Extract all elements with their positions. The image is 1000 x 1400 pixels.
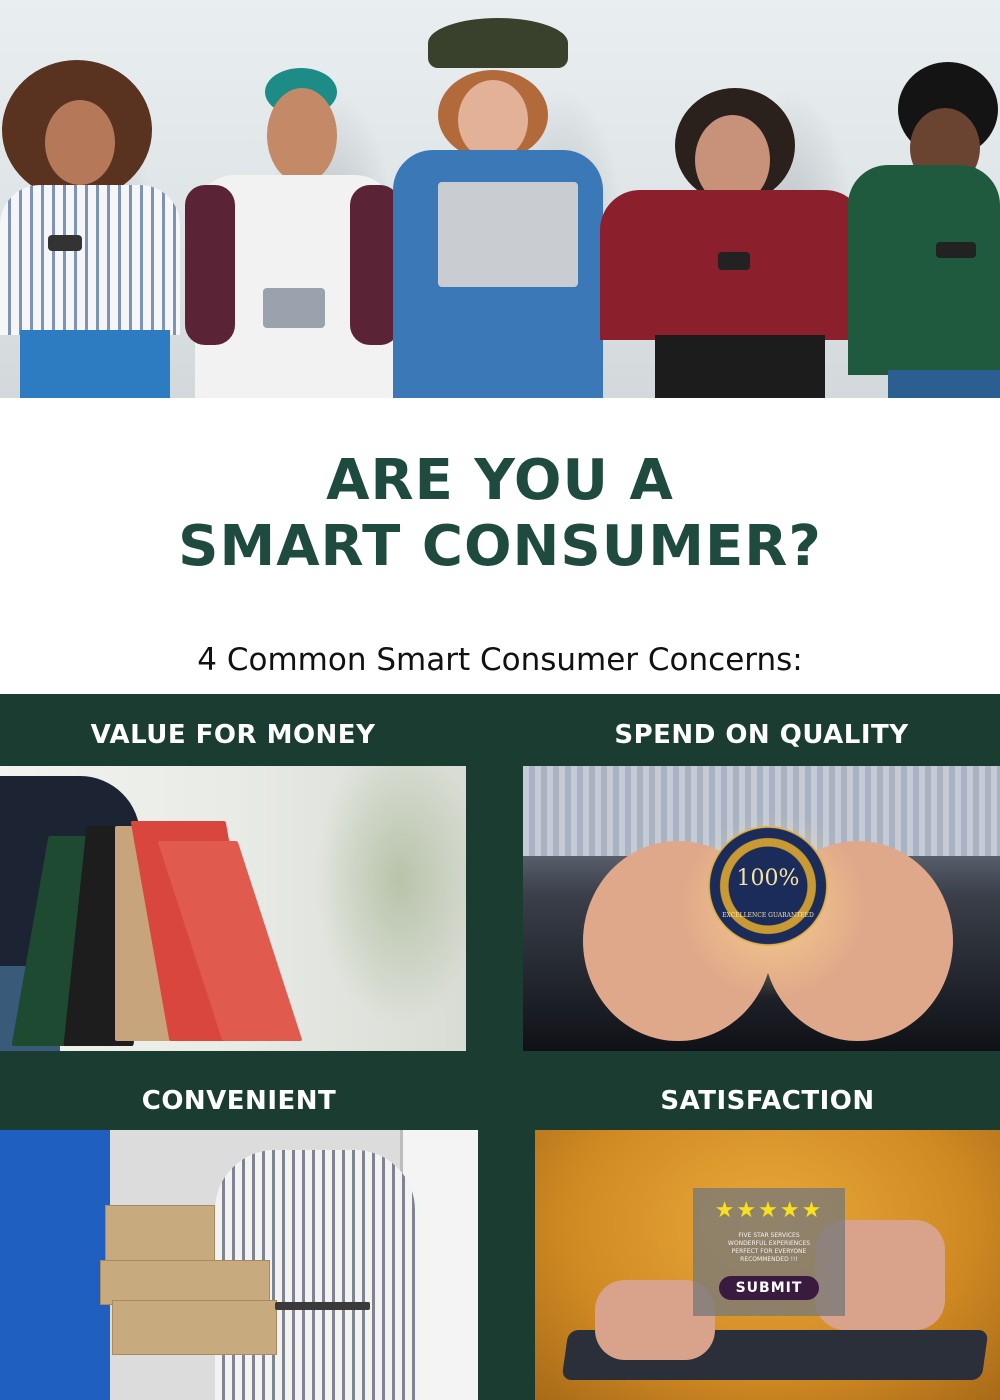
- subtitle: 4 Common Smart Consumer Concerns:: [197, 642, 803, 678]
- concern-label-value-for-money: VALUE FOR MONEY: [90, 720, 376, 750]
- title-line-1: ARE YOU A: [326, 448, 674, 513]
- page-title: ARE YOU A SMART CONSUMER?: [0, 448, 1000, 580]
- concern-label-convenient: CONVENIENT: [141, 1086, 337, 1116]
- shopping-bags-image: [0, 766, 466, 1051]
- person-phone-1: [0, 0, 180, 398]
- rating-tablet-image: ★★★★★ FIVE STAR SERVICES WONDERFUL EXPER…: [535, 1130, 1000, 1400]
- hero-photo: [0, 0, 1000, 398]
- person-laptop: [393, 0, 603, 398]
- person-phone-3: [848, 0, 1000, 398]
- rating-line-1: FIVE STAR SERVICES: [738, 1232, 800, 1239]
- rating-line-4: RECOMMENDED !!!: [740, 1256, 798, 1263]
- five-stars-icon: ★★★★★: [714, 1198, 824, 1223]
- concern-label-satisfaction: SATISFACTION: [660, 1086, 875, 1116]
- submit-button[interactable]: SUBMIT: [719, 1276, 819, 1300]
- rating-text: FIVE STAR SERVICES WONDERFUL EXPERIENCES…: [693, 1232, 845, 1264]
- rating-line-2: WONDERFUL EXPERIENCES: [727, 1240, 811, 1247]
- title-line-2: SMART CONSUMER?: [178, 514, 822, 579]
- rating-line-3: PERFECT FOR EVERYONE: [731, 1248, 807, 1255]
- person-phone-2: [600, 0, 865, 398]
- package-delivery-image: [0, 1130, 478, 1400]
- rating-card: ★★★★★ FIVE STAR SERVICES WONDERFUL EXPER…: [693, 1188, 845, 1316]
- hands-badge-image: 100% EXCELLENCE GUARANTEED: [523, 766, 1000, 1051]
- badge-value: 100%: [736, 866, 800, 891]
- badge-caption: EXCELLENCE GUARANTEED: [722, 912, 814, 919]
- concern-label-spend-on-quality: SPEND ON QUALITY: [614, 720, 909, 750]
- person-tablet: [185, 0, 400, 398]
